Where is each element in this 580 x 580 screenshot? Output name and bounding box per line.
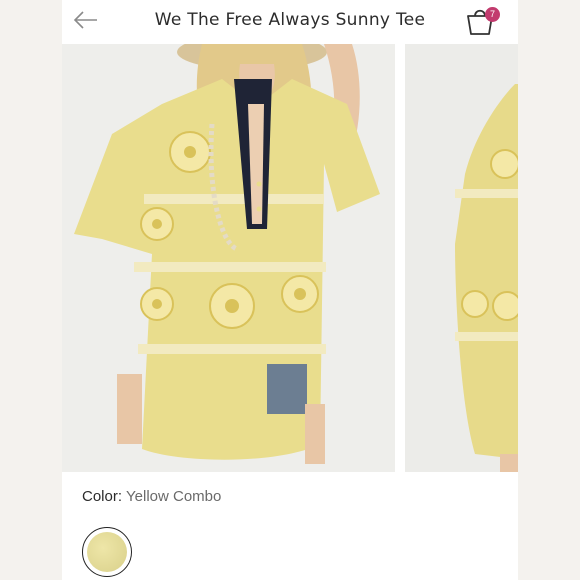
color-value: Yellow Combo (126, 488, 222, 505)
product-photo-side[interactable] (405, 44, 518, 472)
product-photo-side-illustration (405, 44, 518, 472)
top-bar: We The Free Always Sunny Tee 7 (62, 0, 518, 44)
cart-count-badge: 7 (485, 7, 500, 22)
swatch-fill (87, 532, 127, 572)
color-swatch-yellow-combo[interactable] (82, 527, 132, 577)
product-photo-illustration (62, 44, 395, 472)
page-title: We The Free Always Sunny Tee (154, 10, 426, 30)
image-carousel[interactable] (62, 44, 518, 472)
color-label: Color: (82, 488, 123, 505)
product-page: We The Free Always Sunny Tee 7 Color: Ye… (62, 0, 518, 580)
color-selection-label: Color: Yellow Combo (82, 488, 221, 505)
product-photo-front[interactable] (62, 44, 395, 472)
